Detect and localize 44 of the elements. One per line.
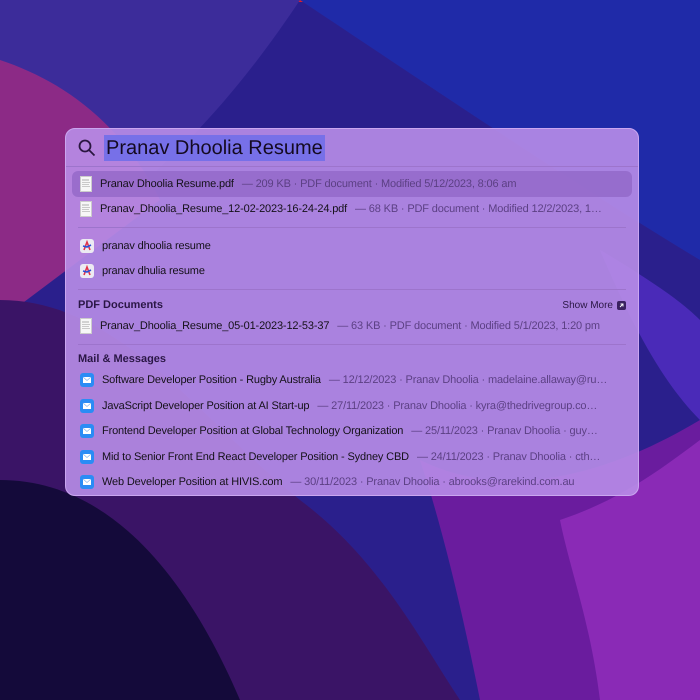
envelope-icon: [80, 373, 94, 388]
result-details: — 27/11/2023 · Pranav Dhoolia · kyra@thedrivegroup.co…: [317, 398, 598, 414]
result-details: — 68 KB · PDF document · Modified 12/2/2023, 1…: [355, 202, 602, 217]
section-heading: Mail & Messages: [78, 352, 166, 367]
envelope-icon: [80, 450, 94, 464]
result-row[interactable]: JavaScript Developer Position at AI Start-up — 27/11/2023 · Pranav Dhoolia · kyra@thedrivegroup.co…: [72, 393, 632, 418]
result-details: — 24/11/2023 · Pranav Dhoolia · cth…: [416, 450, 600, 464]
envelope-icon: [80, 398, 94, 413]
show-more-link[interactable]: Show More: [562, 298, 626, 313]
result-row[interactable]: Software Developer Position - Rugby Australia — 12/12/2023 · Pranav Dhoolia · madelaine.allaway@ru…: [72, 368, 632, 393]
envelope-icon: [80, 475, 94, 490]
result-title: Web Developer Position at HIVIS.com: [102, 475, 282, 490]
result-row[interactable]: pranav dhulia resume: [72, 258, 632, 284]
arrow-icon: [617, 301, 626, 310]
result-details: — 12/12/2023 · Pranav Dhoolia · madelaine.allaway@ru…: [328, 373, 608, 388]
search-icon: [78, 138, 96, 156]
result-row[interactable]: Mid to Senior Front End React Developer Position - Sydney CBD — 24/11/2023 · Pranav Dhoolia · cth…: [72, 444, 632, 470]
result-row[interactable]: Frontend Developer Position at Global Technology Organization — 25/11/2023 · Pranav Dhoolia · guy…: [72, 418, 632, 444]
web-search-icon: [80, 264, 94, 278]
result-row[interactable]: Pranav_Dhoolia_Resume_05-01-2023-12-53-37 — 63 KB · PDF document · Modified 5/1/2023, 1:20 pm: [72, 313, 632, 338]
result-title: Mid to Senior Front End React Developer Position - Sydney CBD: [102, 450, 409, 464]
result-row[interactable]: Pranav_Dhoolia_Resume_12-02-2023-16-24-24.pdf — 68 KB · PDF document · Modified 12/2/2023, 1…: [72, 196, 632, 222]
result-title: JavaScript Developer Position at AI Start-up: [102, 398, 310, 414]
result-row[interactable]: Pranav Dhoolia Resume.pdf — 209 KB · PDF document · Modified 5/12/2023, 8:06 am: [72, 171, 632, 196]
result-details: — 30/11/2023 · Pranav Dhoolia · abrooks@rarekind.com.au: [290, 475, 574, 490]
document-icon: [80, 201, 92, 218]
result-title: Pranav_Dhoolia_Resume_12-02-2023-16-24-24.pdf: [100, 202, 348, 217]
result-details: — 209 KB · PDF document · Modified 5/12/2023, 8:06 am: [242, 176, 516, 192]
web-search-icon: [80, 238, 94, 253]
envelope-icon: [80, 424, 94, 438]
result-title: pranav dhoolia resume: [102, 238, 211, 254]
result-title: Pranav Dhoolia Resume.pdf: [100, 176, 234, 192]
document-icon: [80, 176, 92, 192]
search-field[interactable]: Pranav Dhoolia Resume: [104, 134, 325, 160]
result-title: Frontend Developer Position at Global Technology Organization: [102, 424, 404, 439]
result-title: pranav dhulia resume: [102, 264, 205, 279]
result-title: Software Developer Position - Rugby Australia: [102, 373, 321, 388]
result-details: — 25/11/2023 · Pranav Dhoolia · guy…: [411, 424, 598, 439]
result-title: Pranav_Dhoolia_Resume_05-01-2023-12-53-37: [100, 318, 330, 334]
section-heading: PDF Documents: [78, 298, 163, 312]
result-row[interactable]: pranav dhoolia resume: [72, 233, 632, 258]
document-icon: [80, 318, 92, 334]
result-row[interactable]: Web Developer Position at HIVIS.com — 30/11/2023 · Pranav Dhoolia · abrooks@rarekind.com.au: [72, 470, 632, 495]
result-details: — 63 KB · PDF document · Modified 5/1/2023, 1:20 pm: [337, 318, 600, 334]
